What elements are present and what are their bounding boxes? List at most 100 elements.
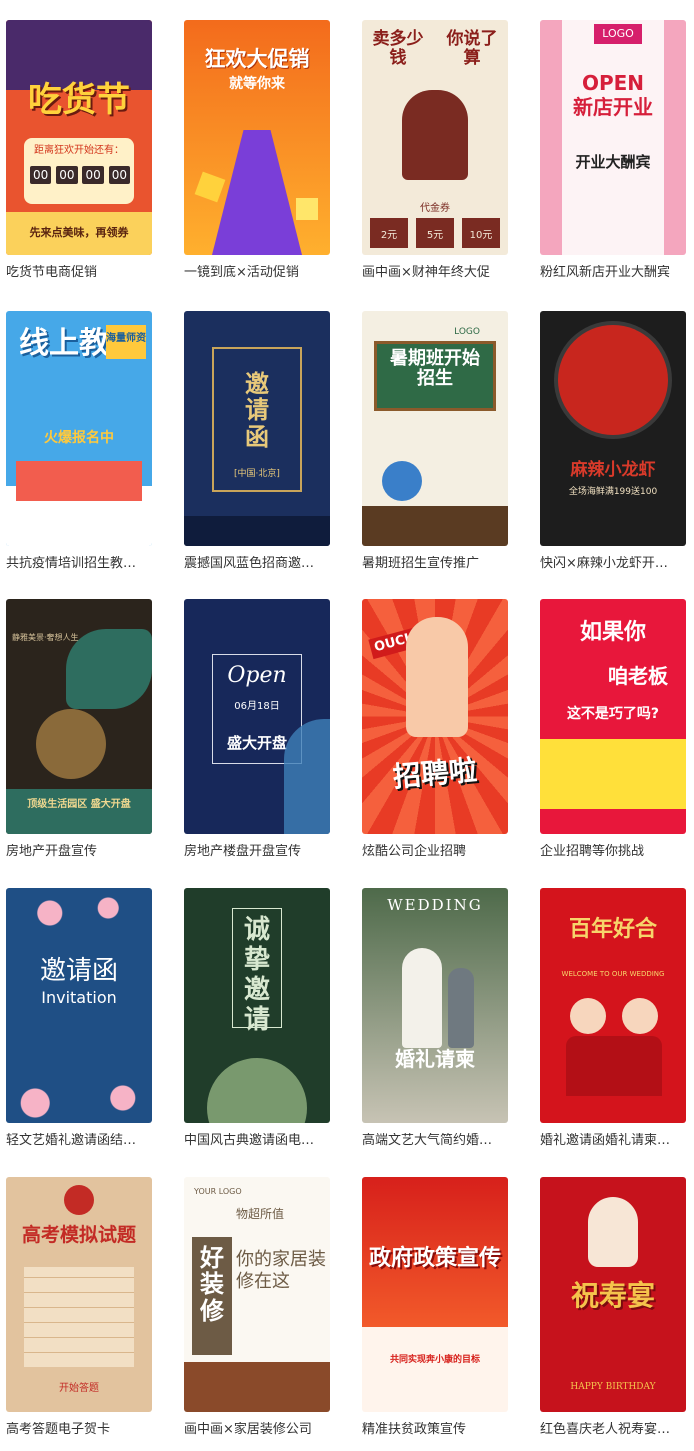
template-title[interactable]: 婚礼邀请函婚礼请柬… (540, 1133, 686, 1149)
template-title[interactable]: 共抗疫情培训招生教… (6, 556, 152, 572)
template-thumbnail[interactable]: WEDDING 婚礼请柬 (362, 888, 508, 1123)
template-thumbnail[interactable]: LOGO OPEN 新店开业 开业大酬宾 (540, 20, 686, 255)
decor (448, 968, 474, 1048)
template-card[interactable]: 麻辣小龙虾 全场海鲜满199送100 快闪×麻辣小龙虾开… (540, 311, 686, 576)
overlay-sub: 咱老板 (608, 664, 668, 688)
template-thumbnail[interactable]: 吃货节 距离狂欢开始还有： 00 00 00 00 先来点美味，再领券 (6, 20, 152, 255)
template-title[interactable]: 一镜到底×活动促销 (184, 265, 330, 281)
decor (540, 739, 686, 809)
template-thumbnail[interactable]: 邀请函 Invitation (6, 888, 152, 1123)
template-card[interactable]: 卖多少钱 你说了算 代金券 2元 5元 10元 画中画×财神年终大促 (362, 20, 508, 285)
decor (540, 20, 562, 255)
template-card[interactable]: LOGO OPEN 新店开业 开业大酬宾 粉红风新店开业大酬宾 (540, 20, 686, 285)
template-thumbnail[interactable]: YOUR LOGO 物超所值 好装修 你的家居装修在这 (184, 1177, 330, 1412)
countdown-digit: 00 (108, 166, 130, 184)
template-title[interactable]: 画中画×财神年终大促 (362, 265, 508, 281)
template-thumbnail[interactable]: 狂欢大促销 就等你来 (184, 20, 330, 255)
template-title[interactable]: 房地产开盘宣传 (6, 844, 152, 860)
overlay-main: 邀请函 (39, 956, 118, 986)
overlay-sub: WELCOME TO OUR WEDDING (561, 970, 665, 978)
template-title[interactable]: 炫酷公司企业招聘 (362, 844, 508, 860)
template-card[interactable]: 静雅美景·奢想人生 顶级生活园区 盛大开盘 房地产开盘宣传 (6, 599, 152, 864)
template-thumbnail[interactable]: 高考模拟试题 开始答题 (6, 1177, 152, 1412)
overlay-sub: 你的家居装修在这 (236, 1249, 326, 1292)
template-title[interactable]: 中国风古典邀请函电… (184, 1133, 330, 1149)
countdown-digit: 00 (82, 166, 104, 184)
template-title[interactable]: 暑期班招生宣传推广 (362, 556, 508, 572)
overlay-sub: 就等你来 (229, 76, 285, 92)
template-thumbnail[interactable]: 如果你 咱老板 这不是巧了吗? (540, 599, 686, 834)
template-thumbnail[interactable]: 麻辣小龙虾 全场海鲜满199送100 (540, 311, 686, 546)
overlay-main: 狂欢大促销 (204, 47, 310, 71)
template-title[interactable]: 房地产楼盘开盘宣传 (184, 844, 330, 860)
template-title[interactable]: 高端文艺大气简约婚… (362, 1133, 508, 1149)
countdown-digit: 00 (56, 166, 78, 184)
template-title[interactable]: 红色喜庆老人祝寿宴… (540, 1422, 686, 1438)
coupon: 5元 (416, 218, 454, 248)
decor (382, 461, 422, 501)
template-thumbnail[interactable]: 卖多少钱 你说了算 代金券 2元 5元 10元 (362, 20, 508, 255)
template-card[interactable]: 诚挚邀请 中国风古典邀请函电… (184, 888, 330, 1153)
template-card[interactable]: Open 06月18日 盛大开盘 房地产楼盘开盘宣传 (184, 599, 330, 864)
template-card[interactable]: 线上教育 海量师资 火爆报名中 共抗疫情培训招生教… (6, 311, 152, 576)
overlay-extra: 先来点美味，再领券 (29, 226, 129, 239)
overlay-sub: [中国·北京] (234, 469, 280, 479)
template-title[interactable]: 企业招聘等你挑战 (540, 844, 686, 860)
template-card[interactable]: 邀请函 Invitation 轻文艺婚礼邀请函结… (6, 888, 152, 1153)
template-thumbnail[interactable]: 诚挚邀请 (184, 888, 330, 1123)
overlay-main: 婚礼请柬 (395, 1047, 475, 1071)
decor (16, 461, 142, 501)
decor (6, 789, 152, 834)
template-card[interactable]: 暑期班开始招生 LOGO 暑期班招生宣传推广 (362, 311, 508, 576)
template-title[interactable]: 震撼国风蓝色招商邀… (184, 556, 330, 572)
logo-badge: YOUR LOGO (194, 1187, 242, 1196)
template-card[interactable]: WEDDING 婚礼请柬 高端文艺大气简约婚… (362, 888, 508, 1153)
template-title[interactable]: 画中画×家居装修公司 (184, 1422, 330, 1438)
overlay-main: 百年好合 (568, 917, 657, 942)
decor (362, 506, 508, 546)
template-title[interactable]: 快闪×麻辣小龙虾开… (540, 556, 686, 572)
template-thumbnail[interactable]: Open 06月18日 盛大开盘 (184, 599, 330, 834)
decor (664, 20, 686, 255)
template-card[interactable]: 高考模拟试题 开始答题 高考答题电子贺卡 (6, 1177, 152, 1442)
overlay-sub: 火爆报名中 (44, 430, 114, 446)
template-thumbnail[interactable]: 邀请函 [中国·北京] (184, 311, 330, 546)
template-card[interactable]: 吃货节 距离狂欢开始还有： 00 00 00 00 先来点美味，再领券 吃货节电… (6, 20, 152, 285)
template-card[interactable]: 政府政策宣传 共同实现奔小康的目标 精准扶贫政策宣传 (362, 1177, 508, 1442)
template-thumbnail[interactable]: 线上教育 海量师资 火爆报名中 (6, 311, 152, 546)
overlay-main: 邀请函 (245, 370, 269, 451)
decor (36, 709, 106, 779)
template-title[interactable]: 粉红风新店开业大酬宾 (540, 265, 686, 281)
overlay-extra: 这不是巧了吗? (566, 706, 660, 722)
template-card[interactable]: OUCH 招聘啦 炫酷公司企业招聘 (362, 599, 508, 864)
template-title[interactable]: 高考答题电子贺卡 (6, 1422, 152, 1438)
template-thumbnail[interactable]: 政府政策宣传 共同实现奔小康的目标 (362, 1177, 508, 1412)
countdown: 00 00 00 00 (30, 166, 130, 184)
template-card[interactable]: 邀请函 [中国·北京] 震撼国风蓝色招商邀… (184, 311, 330, 576)
template-thumbnail[interactable]: 祝寿宴 HAPPY BIRTHDAY (540, 1177, 686, 1412)
template-thumbnail[interactable]: OUCH 招聘啦 (362, 599, 508, 834)
template-title[interactable]: 轻文艺婚礼邀请函结… (6, 1133, 152, 1149)
decor (184, 1362, 330, 1412)
template-thumbnail[interactable]: 百年好合 WELCOME TO OUR WEDDING (540, 888, 686, 1123)
template-card[interactable]: 如果你 咱老板 这不是巧了吗? 企业招聘等你挑战 (540, 599, 686, 864)
template-card[interactable]: 狂欢大促销 就等你来 一镜到底×活动促销 (184, 20, 330, 285)
overlay-sub: 开始答题 (59, 1383, 99, 1394)
template-title[interactable]: 精准扶贫政策宣传 (362, 1422, 508, 1438)
decor (402, 90, 468, 180)
overlay-sub: 共同实现奔小康的目标 (389, 1355, 480, 1365)
template-card[interactable]: 祝寿宴 HAPPY BIRTHDAY 红色喜庆老人祝寿宴… (540, 1177, 686, 1442)
template-grid: 吃货节 距离狂欢开始还有： 00 00 00 00 先来点美味，再领券 吃货节电… (0, 0, 694, 1451)
template-title[interactable]: 吃货节电商促销 (6, 265, 152, 281)
decor (284, 719, 330, 834)
decor (566, 1036, 662, 1096)
template-thumbnail[interactable]: 暑期班开始招生 LOGO (362, 311, 508, 546)
overlay-sub: 距离狂欢开始还有： (34, 145, 124, 156)
template-card[interactable]: 百年好合 WELCOME TO OUR WEDDING 婚礼邀请函婚礼请柬… (540, 888, 686, 1153)
template-thumbnail[interactable]: 静雅美景·奢想人生 顶级生活园区 盛大开盘 (6, 599, 152, 834)
decor (212, 130, 302, 255)
badge: 海量师资 (106, 325, 146, 359)
template-card[interactable]: YOUR LOGO 物超所值 好装修 你的家居装修在这 画中画×家居装修公司 (184, 1177, 330, 1442)
decor (406, 617, 468, 737)
decor (64, 1185, 94, 1215)
